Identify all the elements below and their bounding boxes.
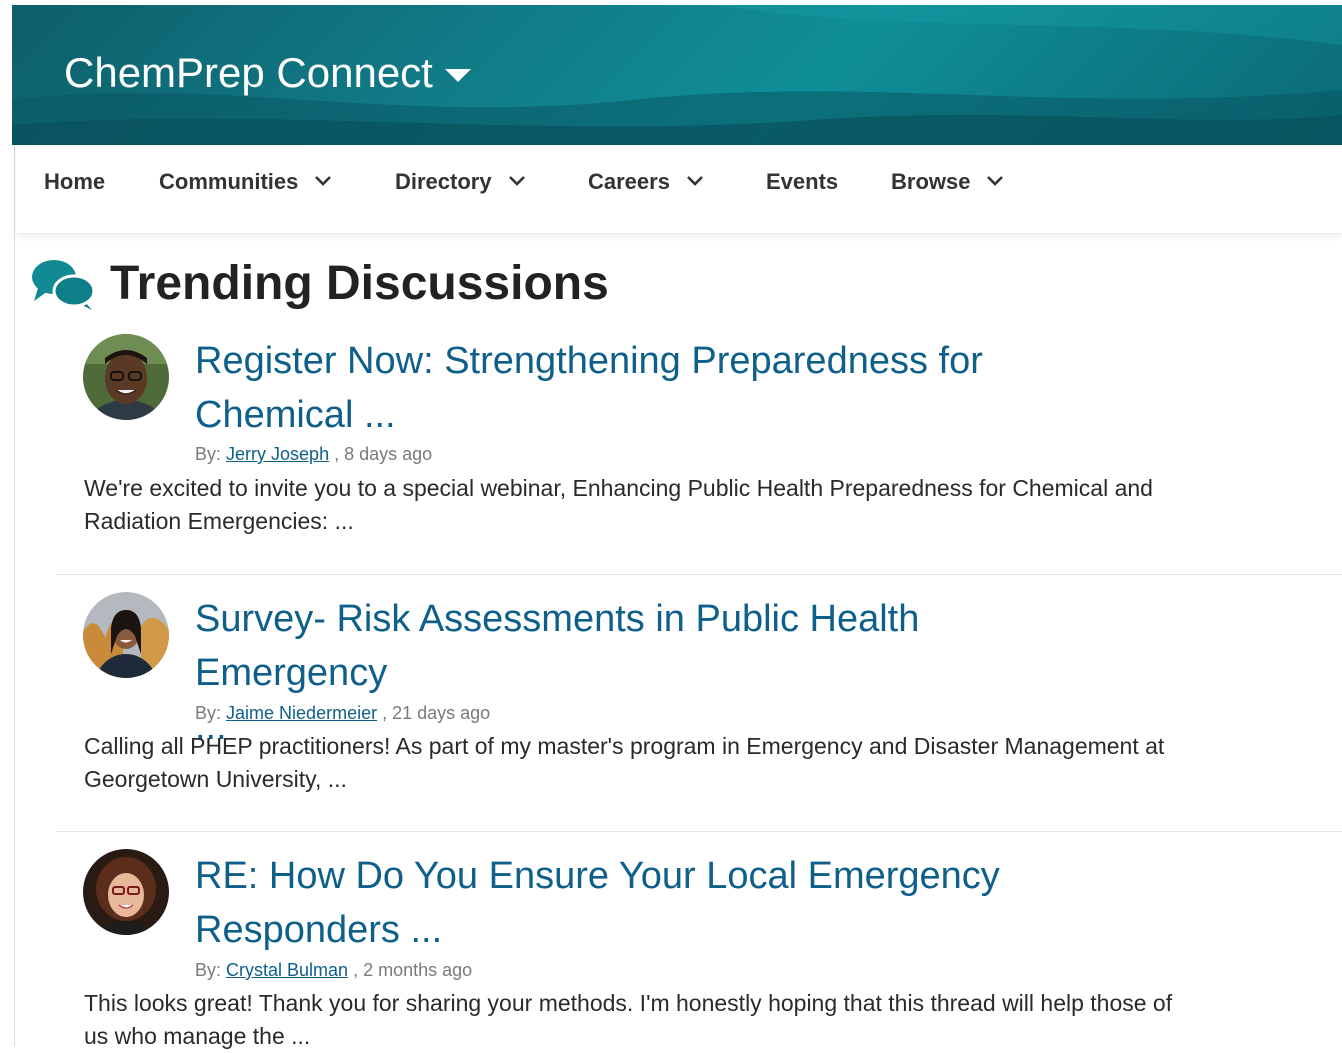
discussion-item: Register Now: Strengthening Preparedness… [56, 334, 1342, 575]
discussion-title-link[interactable]: Register Now: Strengthening Preparedness… [195, 334, 1115, 442]
discussion-excerpt: This looks great! Thank you for sharing … [84, 987, 1324, 1053]
author-link[interactable]: Crystal Bulman [226, 960, 348, 980]
section-title: Trending Discussions [110, 256, 609, 310]
discussion-title-line: RE: How Do You Ensure Your Local Emergen… [195, 855, 1000, 897]
nav-browse-label: Browse [891, 169, 971, 194]
main-nav: Home Communities Directory Careers Event… [16, 145, 1342, 234]
excerpt-line: This looks great! Thank you for sharing … [84, 990, 1173, 1016]
discussion-item: Survey- Risk Assessments in Public Healt… [56, 592, 1342, 832]
section-heading: Trending Discussions [30, 255, 609, 311]
chevron-down-icon [687, 176, 703, 186]
post-time: , 2 months ago [353, 960, 473, 980]
chevron-down-icon [508, 176, 525, 186]
excerpt-line: Calling all PHEP practitioners! As part … [84, 733, 1165, 759]
excerpt-line: We're excited to invite you to a special… [84, 475, 1153, 501]
byline: By: Jaime Niedermeier , 21 days ago [195, 703, 490, 724]
nav-careers[interactable]: Careers [588, 169, 704, 195]
author-link[interactable]: Jerry Joseph [226, 444, 329, 464]
byline: By: Crystal Bulman , 2 months ago [195, 960, 472, 981]
item-divider [56, 574, 1342, 575]
nav-home-label: Home [44, 169, 106, 194]
byline: By: Jerry Joseph , 8 days ago [195, 444, 432, 465]
discussion-excerpt: We're excited to invite you to a special… [84, 472, 1324, 538]
author-avatar[interactable] [83, 334, 169, 420]
nav-directory[interactable]: Directory [395, 169, 526, 195]
discussion-excerpt: Calling all PHEP practitioners! As part … [84, 730, 1324, 796]
site-title: ChemPrep Connect [64, 49, 433, 96]
discussion-title-line: Responders ... [195, 909, 443, 951]
discussion-title-line: Survey- Risk Assessments in Public Healt… [195, 598, 920, 694]
post-time: , 8 days ago [334, 444, 433, 464]
item-divider [56, 831, 1342, 832]
discussion-item: RE: How Do You Ensure Your Local Emergen… [56, 849, 1342, 1049]
by-label: By: [195, 444, 222, 464]
nav-events[interactable]: Events [766, 169, 838, 195]
nav-communities[interactable]: Communities [159, 169, 332, 195]
nav-communities-label: Communities [159, 169, 299, 194]
page-left-border [14, 145, 15, 1046]
chat-bubbles-icon [32, 260, 96, 310]
discussion-title-line: Chemical ... [195, 394, 396, 436]
author-avatar[interactable] [83, 592, 169, 678]
chevron-down-icon [315, 176, 332, 186]
nav-careers-label: Careers [588, 169, 670, 194]
nav-home[interactable]: Home [44, 169, 105, 195]
discussion-title-line: Register Now: Strengthening Preparedness… [195, 340, 983, 382]
nav-directory-label: Directory [395, 169, 492, 194]
nav-events-label: Events [766, 169, 839, 194]
author-avatar[interactable] [83, 849, 169, 935]
post-time: , 21 days ago [382, 703, 491, 723]
by-label: By: [195, 960, 222, 980]
chevron-down-icon [987, 176, 1004, 186]
by-label: By: [195, 703, 222, 723]
excerpt-line: us who manage the ... [84, 1023, 311, 1049]
discussion-title-link[interactable]: RE: How Do You Ensure Your Local Emergen… [195, 849, 1115, 957]
caret-down-icon [444, 68, 471, 82]
site-banner: ChemPrep Connect [12, 5, 1342, 145]
nav-browse[interactable]: Browse [891, 169, 1004, 195]
excerpt-line: Radiation Emergencies: ... [84, 508, 354, 534]
author-link[interactable]: Jaime Niedermeier [226, 703, 377, 723]
site-title-menu[interactable]: ChemPrep Connect [64, 49, 471, 97]
excerpt-line: Georgetown University, ... [84, 766, 347, 792]
